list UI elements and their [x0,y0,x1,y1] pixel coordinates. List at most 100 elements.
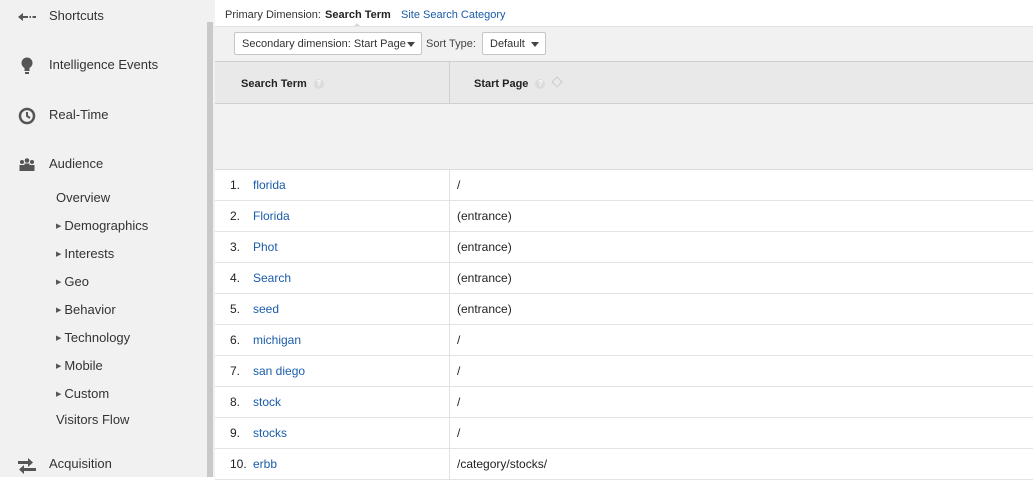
column-header-start-page-label: Start Page [474,78,529,90]
primary-dimension-bar: Primary Dimension: Search Term Site Sear… [215,0,1033,28]
nav-custom[interactable]: ▶ Custom [56,386,109,404]
table-row: 3. Phot (entrance) [215,232,1033,263]
nav-intelligence-events[interactable]: Intelligence Events [0,51,205,81]
row-number: 7. [230,364,241,378]
nav-audience[interactable]: Audience [0,150,205,180]
search-term-link[interactable]: seed [253,294,279,325]
start-page-value: / [457,395,461,409]
start-page-value: / [457,426,461,440]
column-divider [449,232,450,263]
sidebar-scrollbar[interactable] [205,0,215,477]
column-divider [449,387,450,418]
table-row: 4. Search (entrance) [215,263,1033,294]
sort-diamond-icon[interactable] [551,76,564,88]
table-row: 1. florida / [215,170,1033,201]
start-page-value: (entrance) [457,240,512,254]
acquisition-arrows-icon [16,454,38,476]
table-row: 10. erbb /category/stocks/ [215,449,1033,480]
nav-acquisition[interactable]: Acquisition [0,450,205,480]
row-number: 8. [230,395,241,409]
nav-mobile[interactable]: ▶ Mobile [56,358,103,376]
row-number: 5. [230,302,241,316]
nav-technology[interactable]: ▶ Technology [56,330,130,348]
nav-custom-label: Custom [64,386,110,401]
shortcuts-arrow-icon [16,6,38,28]
row-number: 4. [230,271,241,285]
help-icon[interactable]: ? [313,79,324,90]
sort-type-dropdown[interactable]: Default [482,32,546,55]
start-page-value: / [457,178,461,192]
expand-triangle-icon: ▶ [56,251,62,258]
table-header: Search Term? Start Page? [215,61,1033,104]
nav-shortcuts[interactable]: Shortcuts [0,2,205,32]
column-divider [449,325,450,356]
table-row: 7. san diego / [215,356,1033,387]
column-divider [449,294,450,325]
nav-audience-label: Audience [49,156,104,171]
search-term-link[interactable]: Search [253,263,291,294]
search-term-link[interactable]: Phot [253,232,278,263]
expand-triangle-icon: ▶ [56,307,62,314]
search-term-link[interactable]: michigan [253,325,301,356]
expand-triangle-icon: ▶ [56,335,62,342]
column-header-start-page[interactable]: Start Page? [474,62,564,103]
nav-shortcuts-label: Shortcuts [49,8,104,23]
help-icon[interactable]: ? [535,79,546,90]
table-row: 9. stocks / [215,418,1033,449]
sort-type-value: Default [490,38,525,50]
people-icon [16,154,38,176]
search-term-link[interactable]: stocks [253,418,287,449]
nav-visitors-flow[interactable]: Visitors Flow [56,412,129,430]
table-row: 6. michigan / [215,325,1033,356]
column-divider [449,62,450,103]
column-divider [449,356,450,387]
start-page-value: (entrance) [457,209,512,223]
secondary-dimension-value: Secondary dimension: Start Page [242,38,406,50]
row-number: 10. [230,457,247,471]
search-term-link[interactable]: erbb [253,449,277,480]
nav-behavior-label: Behavior [64,302,116,317]
secondary-dimension-dropdown[interactable]: Secondary dimension: Start Page [234,32,422,55]
clock-icon [16,105,38,127]
column-header-search-term[interactable]: Search Term? [241,62,324,103]
nav-visitors-flow-label: Visitors Flow [56,412,130,427]
nav-technology-label: Technology [64,330,131,345]
search-term-link[interactable]: Florida [253,201,290,232]
column-header-search-term-label: Search Term [241,78,307,90]
column-divider [449,201,450,232]
nav-interests[interactable]: ▶ Interests [56,246,114,264]
lightbulb-icon [16,55,38,77]
sidebar: Shortcuts Intelligence Events Real-Time [0,0,205,477]
search-term-link[interactable]: san diego [253,356,305,387]
nav-real-time-label: Real-Time [49,107,109,122]
row-number: 2. [230,209,241,223]
column-divider [449,418,450,449]
start-page-value: / [457,333,461,347]
row-number: 3. [230,240,241,254]
nav-real-time[interactable]: Real-Time [0,101,205,131]
table-row: 8. stock / [215,387,1033,418]
report-main: Primary Dimension: Search Term Site Sear… [215,0,1033,480]
nav-behavior[interactable]: ▶ Behavior [56,302,116,320]
nav-geo[interactable]: ▶ Geo [56,274,89,292]
search-terms-table: Search Term? Start Page? 1. florida / 2.… [215,61,1033,480]
search-term-link[interactable]: stock [253,387,281,418]
nav-demographics[interactable]: ▶ Demographics [56,218,148,236]
row-number: 6. [230,333,241,347]
table-row: 2. Florida (entrance) [215,201,1033,232]
dropdown-arrow-icon [407,42,415,47]
sort-type-label: Sort Type: [426,38,476,50]
column-divider [449,449,450,480]
column-divider [449,263,450,294]
nav-overview[interactable]: Overview [56,190,110,208]
start-page-value: (entrance) [457,271,512,285]
expand-triangle-icon: ▶ [56,363,62,370]
summary-row [215,104,1033,170]
start-page-value: / [457,364,461,378]
sidebar-scrollbar-thumb[interactable] [207,22,213,477]
nav-intelligence-events-label: Intelligence Events [49,57,159,72]
search-term-link[interactable]: florida [253,170,286,201]
table-controls-bar: Secondary dimension: Start Page Sort Typ… [215,26,1033,62]
row-number: 1. [230,178,241,192]
nav-overview-label: Overview [56,190,111,205]
